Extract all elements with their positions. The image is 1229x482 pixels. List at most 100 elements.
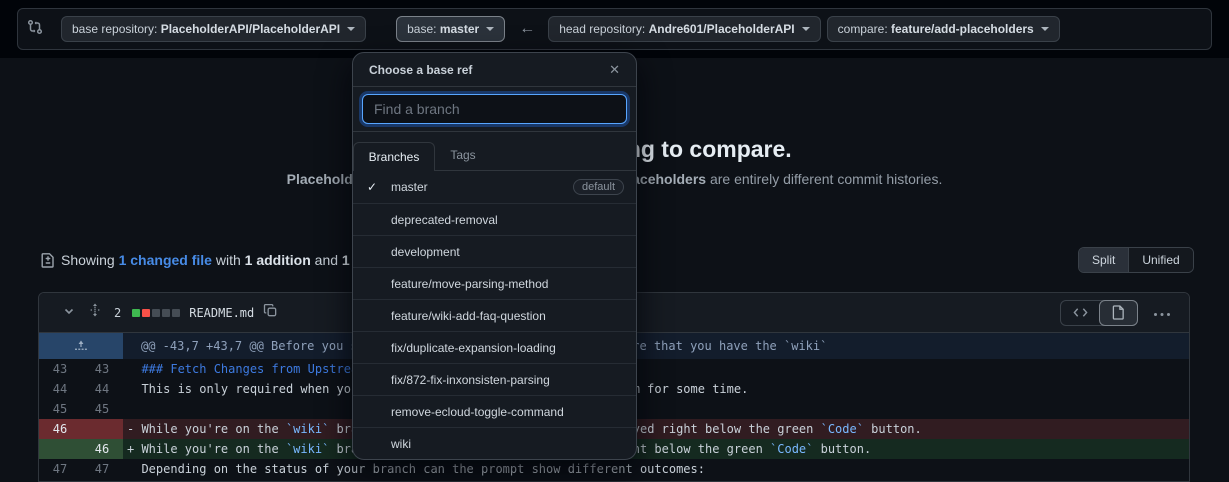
- branch-item[interactable]: ✓masterdefault: [353, 171, 636, 203]
- branch-name: wiki: [391, 437, 624, 451]
- summary-text: and: [311, 252, 342, 268]
- summary-text: Showing: [61, 252, 119, 268]
- expand-hunk-button[interactable]: [39, 333, 123, 359]
- copy-file-path-icon[interactable]: [263, 303, 278, 323]
- new-line-number[interactable]: [81, 419, 123, 439]
- base-ref-value: master: [440, 22, 479, 36]
- code-line: [123, 399, 1189, 419]
- old-line-number[interactable]: 46: [39, 419, 81, 439]
- base-ref-prefix: base:: [407, 22, 440, 36]
- fold-up-icon: [74, 339, 88, 353]
- old-line-number[interactable]: 43: [39, 359, 81, 379]
- code-line: ### Fetch Changes from Upstream: [123, 359, 1189, 379]
- branch-item[interactable]: fix/duplicate-expansion-loading: [353, 331, 636, 363]
- head-repository-prefix: head repository:: [559, 22, 648, 36]
- move-file-icon[interactable]: [88, 303, 102, 322]
- diff-view-toggle: Split Unified: [1078, 247, 1194, 273]
- unified-view-button[interactable]: Unified: [1128, 248, 1192, 272]
- diff-marker: [127, 362, 141, 376]
- branch-name: fix/duplicate-expansion-loading: [391, 341, 624, 355]
- message-text: are entirely different commit histories.: [706, 171, 942, 187]
- branch-search-wrap: [353, 87, 636, 132]
- summary-text: with: [212, 252, 245, 268]
- code-segment: `wiki`: [286, 442, 329, 456]
- branch-item[interactable]: remove-ecloud-toggle-command: [353, 395, 636, 427]
- dropdown-caret-icon: [1041, 27, 1049, 31]
- old-line-number[interactable]: 45: [39, 399, 81, 419]
- branch-name: development: [391, 245, 624, 259]
- compare-range-editor: base repository: PlaceholderAPI/Placehol…: [17, 8, 1212, 50]
- code-line: This is only required when you haven't s…: [123, 379, 1189, 399]
- head-repository-value: Andre601/PlaceholderAPI: [649, 22, 795, 36]
- base-ref-button[interactable]: base: master: [396, 16, 505, 42]
- tab-branches[interactable]: Branches: [353, 142, 435, 171]
- git-compare-icon: [27, 19, 43, 40]
- default-badge: default: [573, 179, 624, 195]
- diffstat-square-neutral: [172, 309, 180, 317]
- file-name[interactable]: README.md: [189, 306, 254, 320]
- close-icon[interactable]: ✕: [609, 62, 620, 78]
- compare-ref-value: feature/add-placeholders: [891, 22, 1034, 36]
- old-line-number[interactable]: [39, 439, 81, 459]
- dropdown-title: Choose a base ref: [369, 63, 472, 77]
- old-line-number[interactable]: 47: [39, 459, 81, 479]
- head-repository-button[interactable]: head repository: Andre601/PlaceholderAPI: [548, 16, 820, 42]
- branch-item[interactable]: fix/872-fix-inxonsisten-parsing: [353, 363, 636, 395]
- diffstat-square-added: [132, 309, 140, 317]
- code-segment: While you're on the: [141, 442, 286, 456]
- code-line: @@ -43,7 +43,7 @@ Before you start with …: [123, 333, 1189, 359]
- new-line-number[interactable]: 44: [81, 379, 123, 399]
- dropdown-caret-icon: [486, 27, 494, 31]
- base-repository-value: PlaceholderAPI/PlaceholderAPI: [161, 22, 340, 36]
- code-line: - While you're on the `wiki` branch, the…: [123, 419, 1189, 439]
- collapse-file-chevron-icon[interactable]: [63, 304, 75, 322]
- split-view-button[interactable]: Split: [1079, 248, 1128, 272]
- branch-name: deprecated-removal: [391, 213, 624, 227]
- branch-item[interactable]: feature/move-parsing-method: [353, 267, 636, 299]
- arrow-left-icon: ←: [519, 20, 535, 38]
- branch-search-input[interactable]: [362, 94, 627, 124]
- dropdown-header: Choose a base ref ✕: [353, 53, 636, 87]
- code-segment: `Code`: [821, 422, 864, 436]
- old-line-number[interactable]: 44: [39, 379, 81, 399]
- code-segment: ### Fetch Changes from Upstream: [141, 362, 365, 376]
- diff-marker: [127, 402, 141, 416]
- branch-name: feature/wiki-add-faq-question: [391, 309, 624, 323]
- branch-item[interactable]: wiki: [353, 427, 636, 459]
- diff-row-context: 4747 Depending on the status of your bra…: [39, 459, 1189, 479]
- base-ref-dropdown: Choose a base ref ✕ Branches Tags ✓maste…: [352, 52, 637, 460]
- branch-item[interactable]: deprecated-removal: [353, 203, 636, 235]
- new-line-number[interactable]: 45: [81, 399, 123, 419]
- diff-marker: [127, 382, 141, 396]
- tab-tags[interactable]: Tags: [435, 141, 491, 170]
- compare-ref-button[interactable]: compare: feature/add-placeholders: [827, 16, 1060, 42]
- code-segment: button.: [864, 422, 922, 436]
- base-repository-prefix: base repository:: [72, 22, 161, 36]
- diffstat-square-neutral: [152, 309, 160, 317]
- changed-files-link[interactable]: 1 changed file: [119, 252, 212, 268]
- diffstat-squares: [130, 309, 180, 317]
- diff-marker: +: [127, 442, 141, 456]
- new-line-number[interactable]: 46: [81, 439, 123, 459]
- dropdown-caret-icon: [802, 27, 810, 31]
- ref-type-tabs: Branches Tags: [353, 132, 636, 171]
- diff-marker: -: [127, 422, 141, 436]
- kebab-menu-icon[interactable]: [1153, 304, 1171, 322]
- new-line-number[interactable]: 43: [81, 359, 123, 379]
- code-line: Depending on the status of your branch c…: [123, 459, 1189, 479]
- code-segment: While you're on the: [141, 422, 286, 436]
- branch-item[interactable]: feature/wiki-add-faq-question: [353, 299, 636, 331]
- compare-ref-prefix: compare:: [838, 22, 891, 36]
- branch-item[interactable]: development: [353, 235, 636, 267]
- source-diff-button[interactable]: [1061, 301, 1100, 325]
- code-segment: button.: [813, 442, 871, 456]
- diffstat-square-neutral: [162, 309, 170, 317]
- rich-diff-button[interactable]: [1099, 300, 1138, 326]
- branch-name: feature/move-parsing-method: [391, 277, 624, 291]
- file-diff-icon: [40, 252, 56, 268]
- branch-name: master: [391, 180, 573, 194]
- branch-list: ✓masterdefault deprecated-removal developm…: [353, 171, 636, 459]
- new-line-number[interactable]: 47: [81, 459, 123, 479]
- dropdown-caret-icon: [347, 27, 355, 31]
- base-repository-button[interactable]: base repository: PlaceholderAPI/Placehol…: [61, 16, 366, 42]
